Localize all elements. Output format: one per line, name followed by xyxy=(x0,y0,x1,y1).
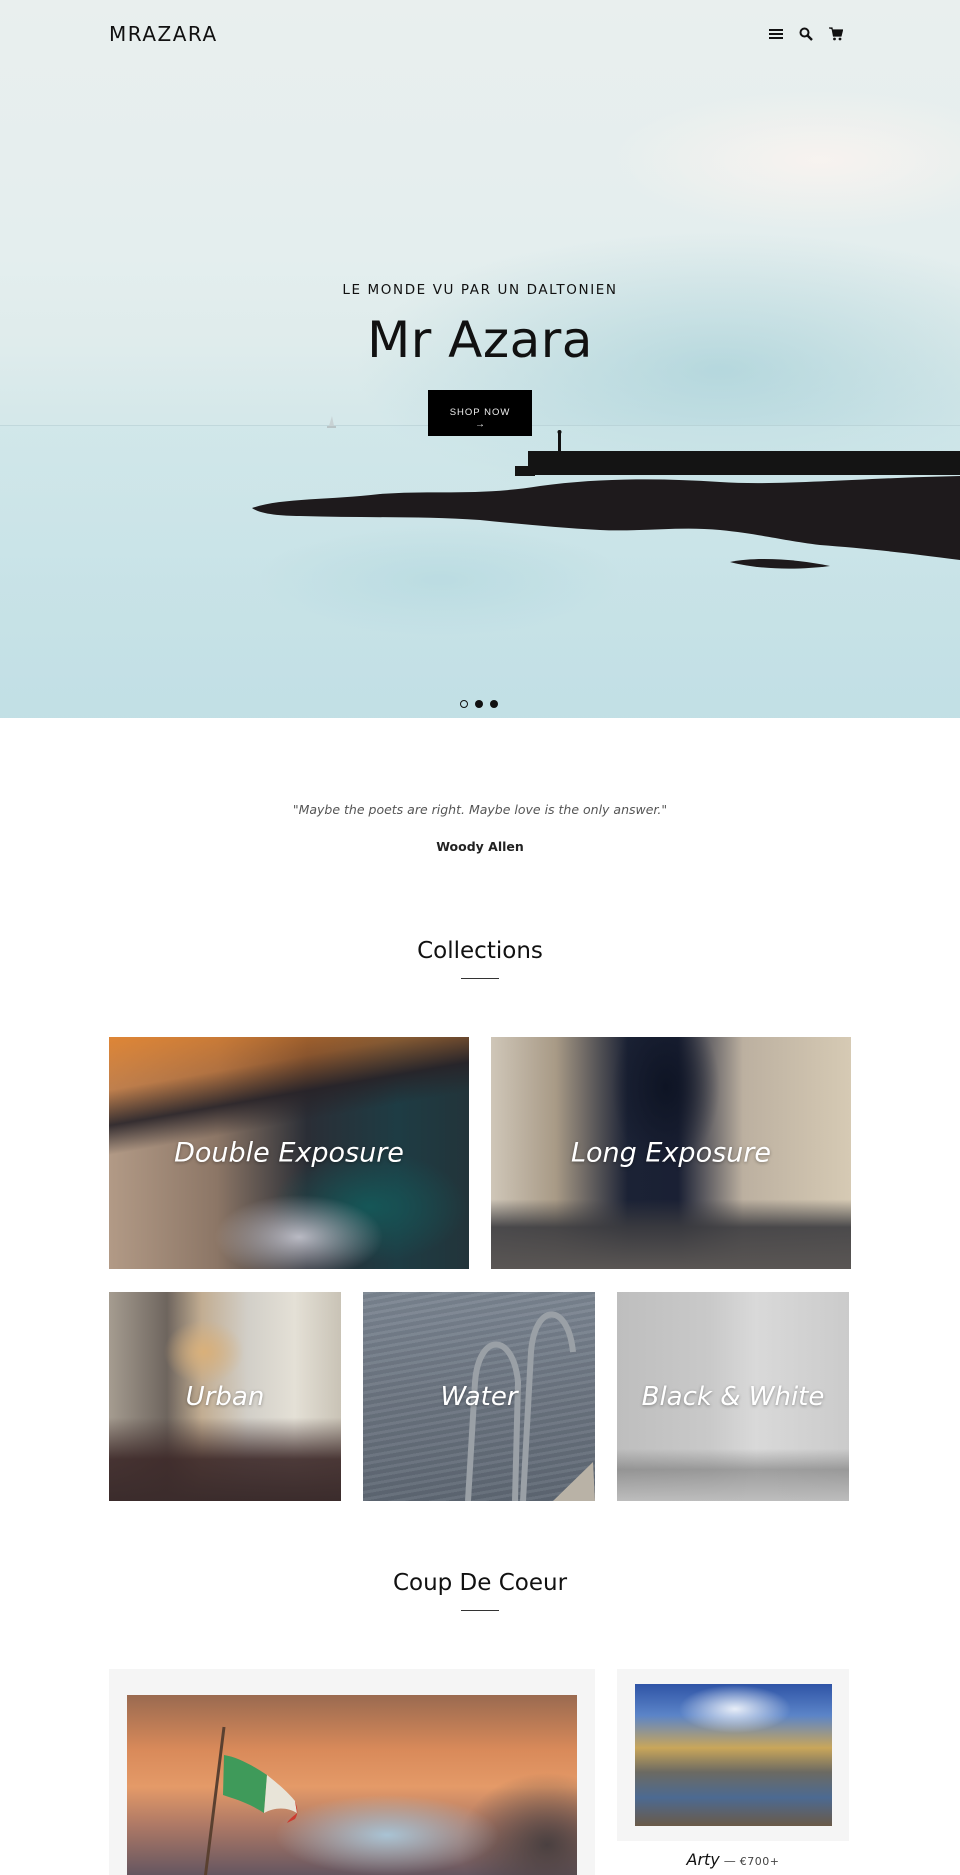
caption-separator: — xyxy=(723,1854,736,1868)
fisherman-head xyxy=(557,430,562,434)
hero-content: LE MONDE VU PAR UN DALTONIEN Mr Azara xyxy=(0,282,960,367)
pier-end xyxy=(515,466,535,476)
rocks-lower xyxy=(730,559,830,569)
heading-divider xyxy=(461,1610,499,1611)
fisherman-shape xyxy=(558,433,561,451)
collections-title: Collections xyxy=(417,938,543,964)
quote-author: Woody Allen xyxy=(436,839,524,854)
arrow-right-icon: → xyxy=(475,419,485,430)
pier-shape xyxy=(528,451,960,475)
sailboat-hull xyxy=(327,426,336,428)
slide-dot-3[interactable] xyxy=(490,700,498,708)
quote-section: "Maybe the poets are right. Maybe love i… xyxy=(0,802,960,854)
collection-label: Double Exposure xyxy=(174,1137,404,1169)
hero-slideshow: MRAZARA LE MONDE VU PAR UN DALTONIEN Mr … xyxy=(0,0,960,718)
featured-title: Coup De Coeur xyxy=(392,1570,568,1596)
hero-title: Mr Azara xyxy=(367,311,593,369)
collection-tile-long-exposure[interactable]: Long Exposure xyxy=(491,1037,851,1269)
collection-tile-urban[interactable]: Urban xyxy=(109,1292,341,1501)
product-image xyxy=(635,1684,832,1826)
featured-product-card-2[interactable] xyxy=(617,1669,849,1841)
quote-text: "Maybe the poets are right. Maybe love i… xyxy=(292,802,668,817)
slide-dot-1[interactable] xyxy=(460,700,468,708)
collection-tile-double-exposure[interactable]: Double Exposure xyxy=(109,1037,469,1269)
site-logo[interactable]: MRAZARA xyxy=(109,22,218,46)
shop-now-label: SHOP NOW xyxy=(449,407,511,418)
collection-label: Water xyxy=(440,1381,518,1412)
flag-graphic xyxy=(203,1726,298,1875)
product-image xyxy=(127,1695,577,1875)
slide-dot-2[interactable] xyxy=(475,700,483,708)
product-caption: Arty — €700+ xyxy=(617,1850,849,1869)
hero-subtitle: LE MONDE VU PAR UN DALTONIEN xyxy=(342,282,618,298)
cart-icon[interactable] xyxy=(828,26,844,42)
search-icon[interactable] xyxy=(798,26,814,42)
product-name[interactable]: Arty xyxy=(687,1850,720,1869)
site-header: MRAZARA xyxy=(0,0,960,70)
shop-now-button[interactable]: SHOP NOW → xyxy=(428,390,532,436)
heading-divider xyxy=(461,978,499,979)
featured-heading: Coup De Coeur xyxy=(0,1570,960,1611)
collection-label: Long Exposure xyxy=(571,1137,771,1169)
collections-heading: Collections xyxy=(0,938,960,979)
sailboat-shape xyxy=(329,416,334,426)
collection-label: Urban xyxy=(185,1381,265,1412)
collection-tile-black-white[interactable]: Black & White xyxy=(617,1292,849,1501)
menu-icon[interactable] xyxy=(768,26,784,42)
collection-label: Black & White xyxy=(641,1381,825,1412)
header-icons xyxy=(768,24,844,44)
rocks-shape xyxy=(252,476,960,560)
slideshow-dots xyxy=(460,700,498,708)
featured-product-card-1[interactable] xyxy=(109,1669,595,1875)
product-price: €700+ xyxy=(739,1855,780,1868)
collection-tile-water[interactable]: Water xyxy=(363,1292,595,1501)
